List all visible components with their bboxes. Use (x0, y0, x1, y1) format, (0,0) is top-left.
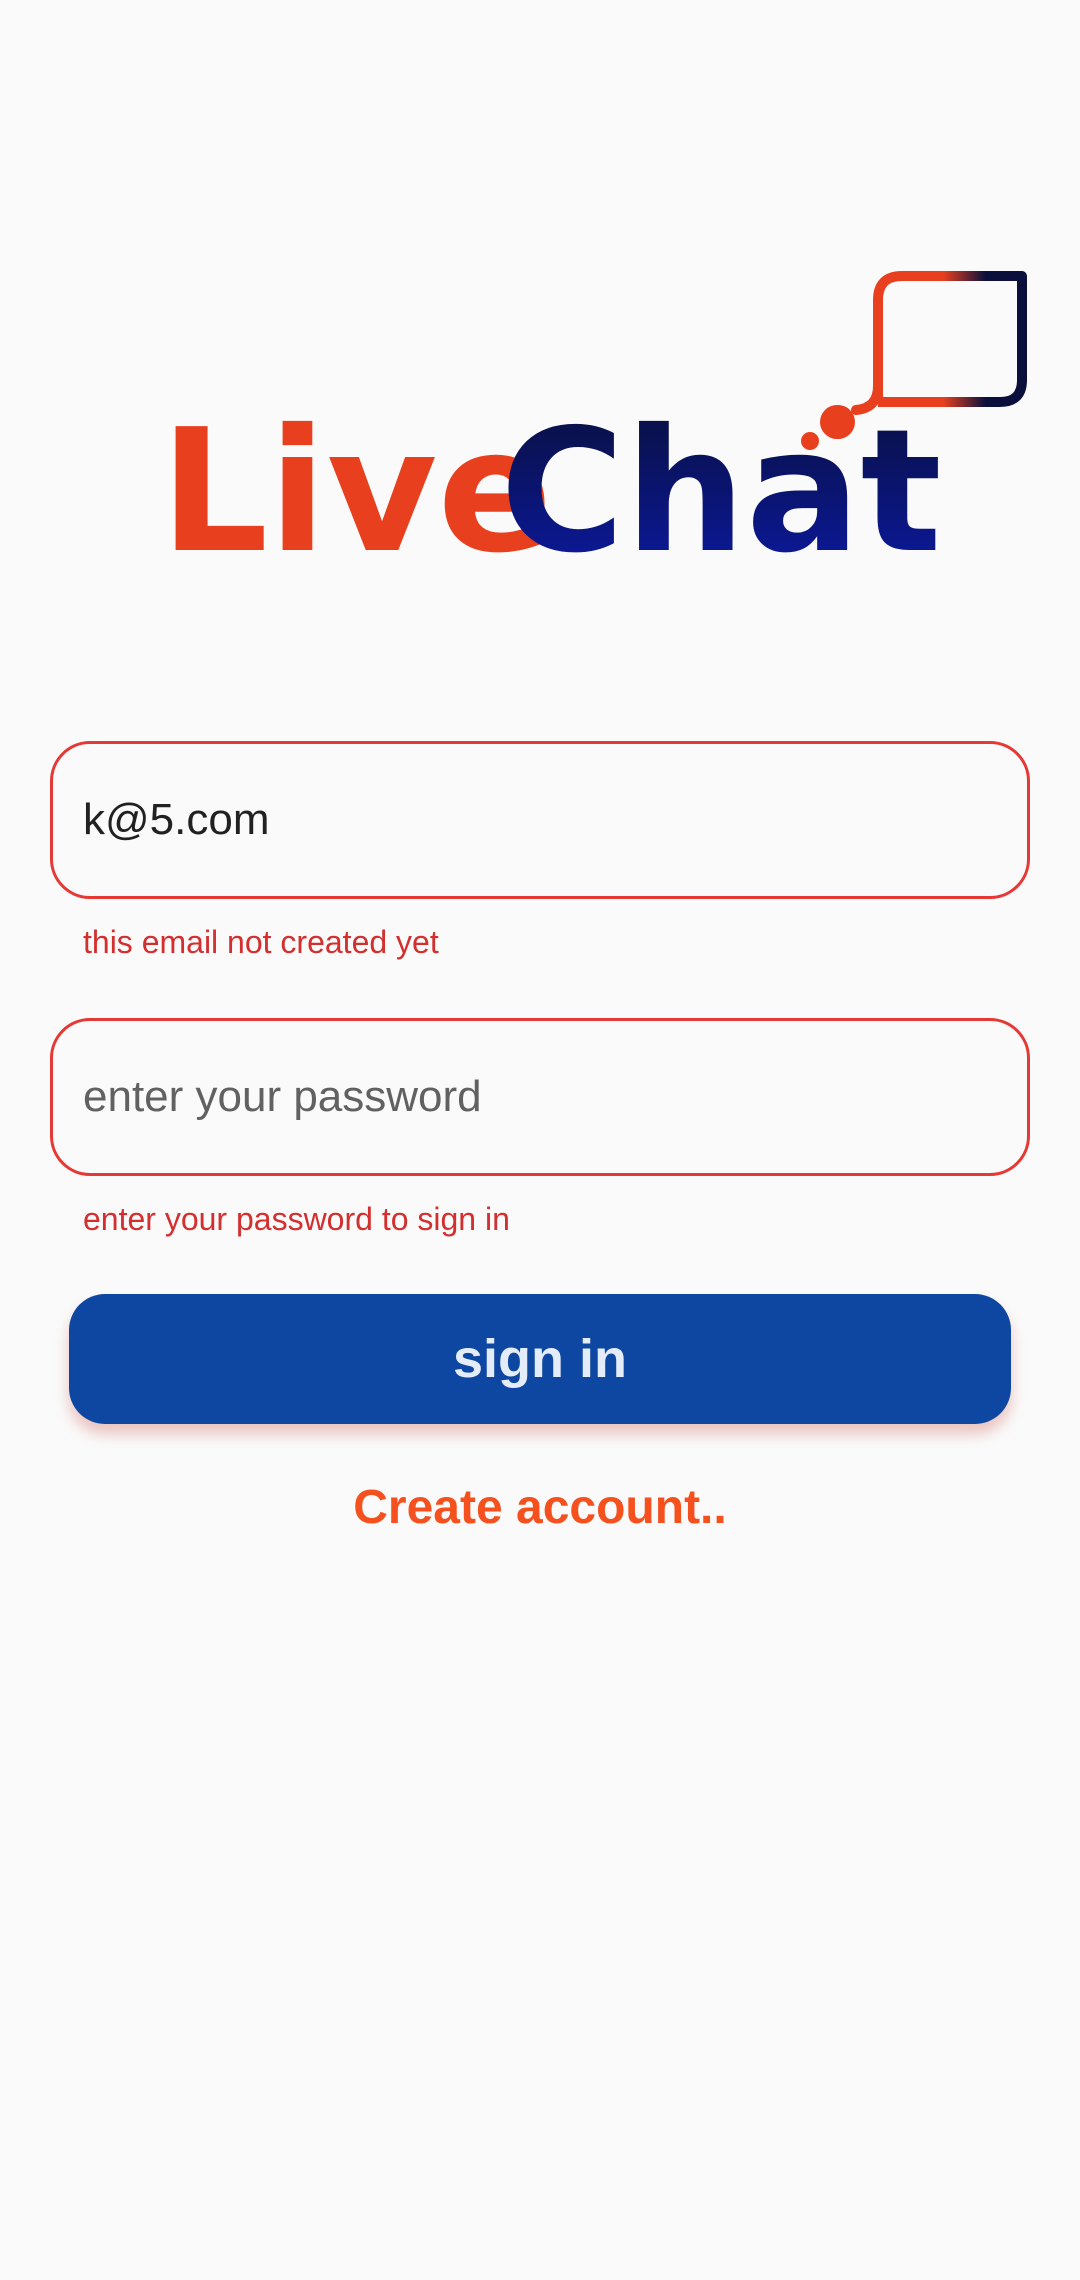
logo-word-chat: Chat (500, 393, 942, 580)
logo-dot-small (801, 432, 819, 450)
logo-word-live: Live (160, 393, 553, 580)
password-error-text: enter your password to sign in (83, 1201, 510, 1237)
create-account-link[interactable]: Create account.. (0, 1478, 1080, 1538)
email-input[interactable] (83, 744, 993, 896)
password-field[interactable] (50, 1018, 1030, 1176)
email-error-text: this email not created yet (83, 924, 439, 960)
sign-in-button[interactable]: sign in (69, 1294, 1011, 1424)
logo-dot (820, 405, 854, 439)
password-input[interactable] (83, 1021, 993, 1173)
email-field[interactable] (50, 741, 1030, 899)
app-logo: Live Chat (150, 260, 1030, 580)
